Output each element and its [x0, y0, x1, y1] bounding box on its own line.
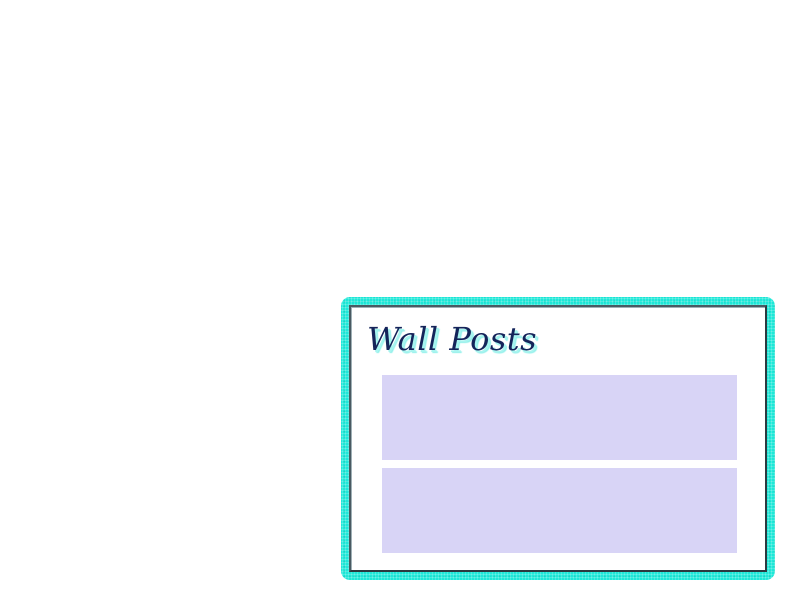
- posts-list: [382, 375, 737, 561]
- wall-posts-panel: Wall Posts: [349, 305, 767, 572]
- wall-posts-title: Wall Posts: [367, 320, 538, 358]
- page: Wall Posts: [0, 0, 800, 600]
- wall-posts-frame: Wall Posts: [341, 297, 775, 580]
- wall-post[interactable]: [382, 375, 737, 460]
- wall-post[interactable]: [382, 468, 737, 553]
